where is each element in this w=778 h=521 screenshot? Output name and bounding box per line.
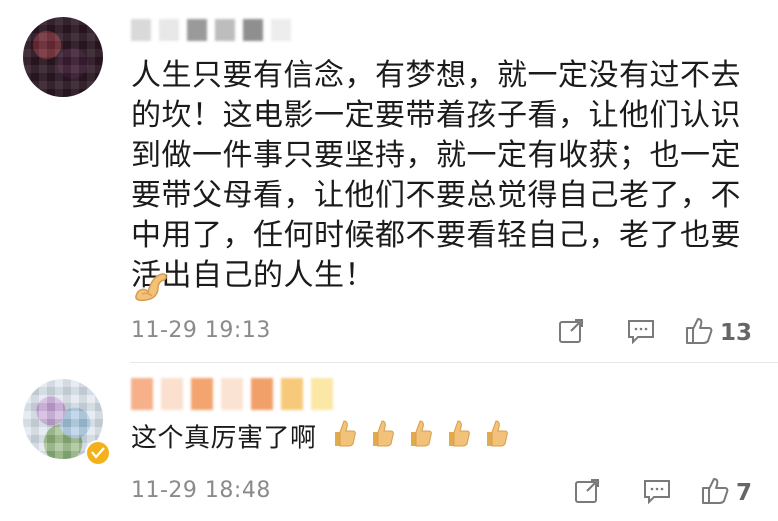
thumbs-up-icon [483, 418, 509, 460]
avatar[interactable] [23, 17, 103, 97]
share-button[interactable] [536, 316, 606, 350]
share-icon [557, 317, 585, 349]
comment-text-line: 这个真厉害了啊 [131, 418, 742, 460]
thumbs-up-icon [445, 418, 471, 460]
thumbs-up-icon [369, 418, 395, 460]
thumbs-up-icon [331, 418, 357, 460]
comment-icon [626, 317, 656, 349]
comment-actions: 7 [552, 476, 752, 510]
like-button[interactable]: 7 [700, 476, 752, 510]
comment-item: 这个真厉害了啊 11-29 18:48 7 [0, 362, 778, 521]
share-button[interactable] [552, 476, 622, 510]
comment-timestamp: 11-29 19:13 [131, 318, 271, 343]
like-count: 7 [735, 480, 752, 506]
like-button[interactable]: 13 [684, 316, 752, 350]
thumbs-up-icon [700, 476, 730, 510]
comment-actions: 13 [536, 316, 752, 350]
username-redacted[interactable] [131, 18, 291, 42]
verified-badge-icon [85, 440, 111, 466]
divider [130, 362, 778, 363]
thumbs-up-icon [684, 316, 714, 350]
emoji-row [331, 418, 509, 460]
comment-button[interactable] [606, 316, 676, 350]
comment-timestamp: 11-29 18:48 [131, 478, 271, 503]
comment-text: 人生只要有信念，有梦想，就一定没有过不去的坎！这电影一定要带着孩子看，让他们认识… [131, 58, 741, 293]
like-count: 13 [719, 320, 752, 346]
flexed-biceps-icon [130, 268, 170, 308]
share-icon [573, 477, 601, 509]
comment-item: 人生只要有信念，有梦想，就一定没有过不去的坎！这电影一定要带着孩子看，让他们认识… [0, 0, 778, 362]
comment-button[interactable] [622, 476, 692, 510]
comment-icon [642, 477, 672, 509]
username-redacted[interactable] [131, 378, 333, 410]
thumbs-up-icon [407, 418, 433, 460]
comment-text: 这个真厉害了啊 [131, 423, 317, 454]
